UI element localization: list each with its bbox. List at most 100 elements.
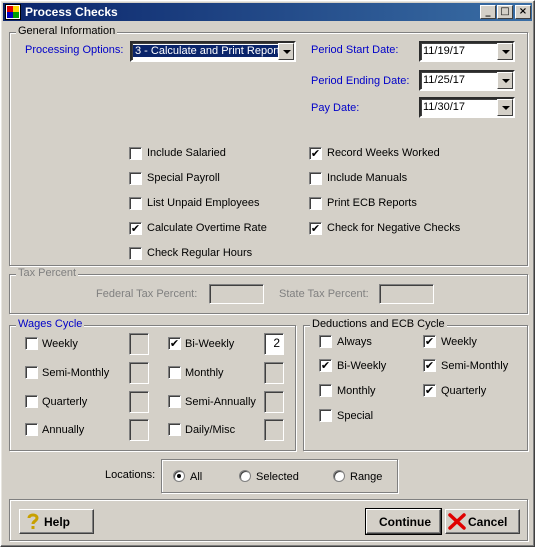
location-selected-label: Selected <box>256 471 299 483</box>
include-salaried-label: Include Salaried <box>147 147 226 159</box>
deduction-semi-monthly-checkbox[interactable]: ✔ <box>423 359 436 372</box>
process-checks-window: Process Checks _ □ × General Information… <box>0 0 535 547</box>
calculate-overtime-rate-label: Calculate Overtime Rate <box>147 222 267 234</box>
wages-annually-checkbox[interactable] <box>25 423 38 436</box>
help-question-icon <box>27 513 39 529</box>
state-tax-label: State Tax Percent: <box>279 288 369 300</box>
wages-quarterly-checkbox[interactable] <box>25 395 38 408</box>
location-selected-radio[interactable] <box>239 470 251 482</box>
wages-weekly-checkbox[interactable] <box>25 337 38 350</box>
cancel-button-label: Cancel <box>468 515 508 529</box>
wages-bi-weekly-label: Bi-Weekly <box>185 338 235 350</box>
maximize-button[interactable]: □ <box>497 5 513 19</box>
close-button[interactable]: × <box>515 5 531 19</box>
special-payroll-label: Special Payroll <box>147 172 220 184</box>
period-ending-label: Period Ending Date: <box>311 75 410 87</box>
wages-cycle-title: Wages Cycle <box>16 318 85 330</box>
continue-button[interactable]: Continue <box>365 508 442 535</box>
print-ecb-reports-label: Print ECB Reports <box>327 197 417 209</box>
federal-tax-label: Federal Tax Percent: <box>96 288 198 300</box>
list-unpaid-employees-label: List Unpaid Employees <box>147 197 260 209</box>
wages-daily-misc-checkbox[interactable] <box>168 423 181 436</box>
processing-options-value: 3 - Calculate and Print Reports <box>133 45 288 57</box>
wages-bi-weekly-count[interactable]: 2 <box>264 333 284 355</box>
deduction-always-label: Always <box>337 336 372 348</box>
record-weeks-worked-checkbox[interactable]: ✔ <box>309 147 322 160</box>
processing-options-label: Processing Options: <box>25 44 124 56</box>
wages-bi-weekly-count-value: 2 <box>273 336 280 350</box>
wages-monthly-count[interactable] <box>264 362 284 384</box>
period-ending-value: 11/25/17 <box>423 74 466 86</box>
wages-quarterly-label: Quarterly <box>42 396 88 408</box>
include-manuals-label: Include Manuals <box>327 172 408 184</box>
tax-percent-group: Tax Percent <box>9 267 528 314</box>
wages-annually-label: Annually <box>42 424 85 436</box>
location-all-radio[interactable] <box>173 470 185 482</box>
record-weeks-worked-label: Record Weeks Worked <box>327 147 440 159</box>
location-range-radio[interactable] <box>333 470 345 482</box>
wages-daily-misc-count[interactable] <box>264 419 284 441</box>
pay-date-label: Pay Date: <box>311 102 360 114</box>
deduction-weekly-label: Weekly <box>441 336 477 348</box>
deduction-always-checkbox[interactable] <box>319 335 332 348</box>
check-regular-hours-checkbox[interactable] <box>129 247 142 260</box>
deduction-special-checkbox[interactable] <box>319 409 332 422</box>
wages-semi-monthly-count[interactable] <box>129 362 149 384</box>
wages-weekly-label: Weekly <box>42 338 78 350</box>
deduction-quarterly-checkbox[interactable]: ✔ <box>423 384 436 397</box>
cancel-x-icon <box>448 513 466 530</box>
wages-bi-weekly-checkbox[interactable]: ✔ <box>168 337 181 350</box>
help-button-label: Help <box>44 515 71 529</box>
period-ending-date-picker[interactable]: 11/25/17 <box>419 70 515 91</box>
period-start-value: 11/19/17 <box>423 45 466 57</box>
pay-date-picker[interactable]: 11/30/17 <box>419 97 515 118</box>
check-negative-checks-label: Check for Negative Checks <box>327 222 461 234</box>
deduction-quarterly-label: Quarterly <box>441 385 487 397</box>
processing-options-select[interactable]: 3 - Calculate and Print Reports <box>130 41 296 62</box>
check-negative-checks-checkbox[interactable]: ✔ <box>309 222 322 235</box>
deductions-ecb-cycle-title: Deductions and ECB Cycle <box>310 318 447 330</box>
wages-annually-count[interactable] <box>129 419 149 441</box>
include-salaried-checkbox[interactable] <box>129 147 142 160</box>
window-title: Process Checks <box>25 5 118 19</box>
location-all-label: All <box>190 471 203 483</box>
wages-weekly-count[interactable] <box>129 333 149 355</box>
print-ecb-reports-checkbox[interactable] <box>309 197 322 210</box>
deduction-bi-weekly-checkbox[interactable]: ✔ <box>319 359 332 372</box>
chevron-down-icon[interactable] <box>497 99 513 116</box>
state-tax-input[interactable] <box>379 284 434 304</box>
wages-semi-monthly-checkbox[interactable] <box>25 366 38 379</box>
deduction-weekly-checkbox[interactable]: ✔ <box>423 335 436 348</box>
chevron-down-icon[interactable] <box>278 43 294 60</box>
wages-semi-annually-count[interactable] <box>264 391 284 413</box>
locations-label: Locations: <box>105 469 156 481</box>
chevron-down-icon[interactable] <box>497 72 513 89</box>
special-payroll-checkbox[interactable] <box>129 172 142 185</box>
cancel-button[interactable]: Cancel <box>445 509 520 534</box>
title-bar[interactable]: Process Checks _ □ × <box>3 3 532 21</box>
include-manuals-checkbox[interactable] <box>309 172 322 185</box>
continue-button-label: Continue <box>379 515 431 529</box>
wages-daily-misc-label: Daily/Misc <box>185 424 236 436</box>
chevron-down-icon[interactable] <box>497 43 513 60</box>
app-icon <box>5 4 21 20</box>
pay-date-value: 11/30/17 <box>423 101 466 113</box>
wages-monthly-label: Monthly <box>185 367 224 379</box>
help-button[interactable]: Help <box>19 509 94 534</box>
wages-monthly-checkbox[interactable] <box>168 366 181 379</box>
list-unpaid-employees-checkbox[interactable] <box>129 197 142 210</box>
deduction-semi-monthly-label: Semi-Monthly <box>441 360 509 372</box>
wages-semi-annually-checkbox[interactable] <box>168 395 181 408</box>
period-start-date-picker[interactable]: 11/19/17 <box>419 41 515 62</box>
deduction-bi-weekly-label: Bi-Weekly <box>337 360 387 372</box>
wages-quarterly-count[interactable] <box>129 391 149 413</box>
deduction-special-label: Special <box>337 410 374 422</box>
minimize-button[interactable]: _ <box>480 5 496 19</box>
wages-semi-annually-label: Semi-Annually <box>185 396 256 408</box>
deduction-monthly-checkbox[interactable] <box>319 384 332 397</box>
location-range-label: Range <box>350 471 383 483</box>
deduction-monthly-label: Monthly <box>337 385 376 397</box>
federal-tax-input[interactable] <box>209 284 264 304</box>
check-regular-hours-label: Check Regular Hours <box>147 247 253 259</box>
calculate-overtime-rate-checkbox[interactable]: ✔ <box>129 222 142 235</box>
